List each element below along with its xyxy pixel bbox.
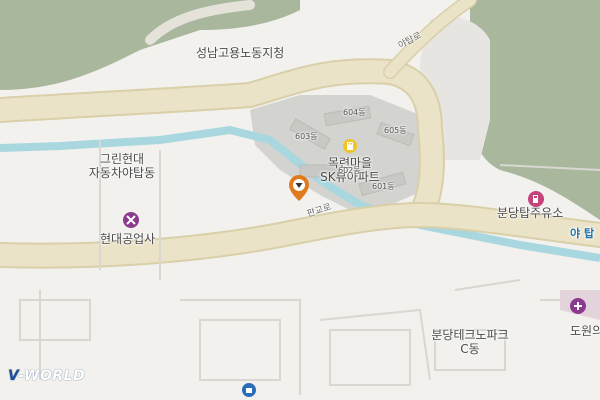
map-canvas[interactable]: 성남고용노동지청 그린현대 자동차야탑동 현대공업사 목련마을 SK뷰아파트 6… [0,0,600,400]
label-building-603: 603동 [295,132,318,141]
car-repair-icon[interactable] [123,212,139,228]
label-building-605: 605동 [384,126,407,135]
label-building-604: 604동 [343,108,366,117]
hospital-icon[interactable] [570,298,586,314]
vworld-logo-text: -WORLD [18,368,86,384]
vworld-logo-v: V [8,368,19,384]
bank-icon[interactable] [242,383,256,397]
label-bundang-gas-station[interactable]: 분당탑주유소 [497,206,563,220]
gas-station-icon[interactable] [528,191,544,207]
label-seongnam-labor-office[interactable]: 성남고용노동지청 [196,46,284,60]
location-pin-icon[interactable] [289,175,309,201]
label-technopark-line2[interactable]: C동 [420,342,520,356]
apartment-icon[interactable] [343,139,357,153]
label-hyundai-industry[interactable]: 현대공업사 [100,232,155,246]
label-yatap-blue: 야 탑 [570,227,595,240]
label-dowon[interactable]: 도원의 [570,324,600,338]
label-building-602: 602동 [338,166,361,175]
vworld-logo: V-WORLD [8,368,85,384]
label-green-hyundai-line2[interactable]: 자동차야탑동 [82,166,162,180]
label-technopark-line1[interactable]: 분당테크노파크 [420,328,520,342]
green-area [0,0,300,90]
label-building-601: 601동 [372,182,395,191]
label-green-hyundai-line1[interactable]: 그린현대 [82,152,162,166]
